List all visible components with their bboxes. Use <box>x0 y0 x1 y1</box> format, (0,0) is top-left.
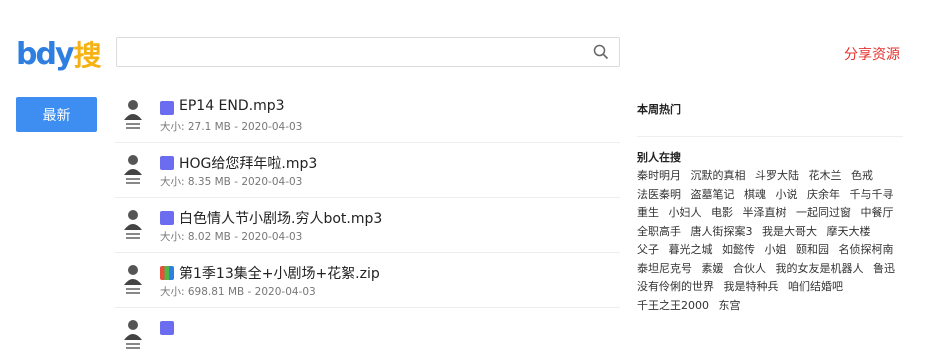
uploader-avatar-icon <box>124 210 142 239</box>
latest-button[interactable]: 最新 <box>16 97 97 132</box>
file-name[interactable]: EP14 END.mp3 <box>179 98 285 114</box>
search-tag[interactable]: 合伙人 <box>733 262 766 275</box>
uploader-avatar-icon <box>124 100 142 129</box>
file-name[interactable]: 白色情人节小剧场.穷人bot.mp3 <box>179 208 382 228</box>
file-row[interactable]: EP14 END.mp3 大小: 27.1 MB - 2020-04-03 <box>115 88 620 143</box>
search-tag[interactable]: 沉默的真相 <box>691 169 746 182</box>
search-tag[interactable]: 唐人街探案3 <box>691 225 753 238</box>
search-tag[interactable]: 小妇人 <box>669 206 702 219</box>
search-tag[interactable]: 小姐 <box>765 243 787 256</box>
search-tag[interactable]: 小说 <box>776 188 798 201</box>
search-tag[interactable]: 颐和园 <box>796 243 829 256</box>
file-row[interactable]: 第1季13集全+小剧场+花絮.zip 大小: 698.81 MB - 2020-… <box>115 253 620 308</box>
file-meta: 大小: 698.81 MB - 2020-04-03 <box>160 286 316 298</box>
search-tag[interactable]: 庆余年 <box>807 188 840 201</box>
search-tag[interactable]: 重生 <box>637 206 659 219</box>
search-tag[interactable]: 半泽直树 <box>743 206 787 219</box>
search-tag[interactable]: 一起同过窗 <box>796 206 851 219</box>
search-tag[interactable]: 色戒 <box>851 169 873 182</box>
site-logo[interactable]: bdy 搜 <box>16 34 102 74</box>
share-resource-link[interactable]: 分享资源 <box>844 44 900 64</box>
search-tag[interactable]: 没有伶俐的世界 <box>637 280 714 293</box>
file-name[interactable]: HOG给您拜年啦.mp3 <box>179 153 317 173</box>
file-row[interactable] <box>115 308 620 362</box>
logo-cjk: 搜 <box>73 39 102 72</box>
file-name[interactable]: 第1季13集全+小剧场+花絮.zip <box>179 263 380 283</box>
search-tag[interactable]: 摩天大楼 <box>827 225 871 238</box>
search-tag[interactable]: 秦时明月 <box>637 169 681 182</box>
zip-file-icon <box>160 266 174 280</box>
logo-latin: bdy <box>16 36 74 72</box>
search-tag[interactable]: 棋魂 <box>744 188 766 201</box>
search-tag[interactable]: 盗墓笔记 <box>691 188 735 201</box>
search-icon[interactable] <box>593 44 609 60</box>
uploader-avatar-icon <box>124 265 142 294</box>
file-meta: 大小: 8.35 MB - 2020-04-03 <box>160 176 303 188</box>
search-tag[interactable]: 我的女友是机器人 <box>776 262 864 275</box>
search-tag[interactable]: 暮光之城 <box>669 243 713 256</box>
search-tag[interactable]: 东宫 <box>719 299 741 312</box>
search-tag[interactable]: 全职高手 <box>637 225 681 238</box>
file-meta: 大小: 27.1 MB - 2020-04-03 <box>160 121 303 133</box>
audio-file-icon <box>160 211 174 225</box>
others-searching-title: 别人在搜 <box>637 151 681 164</box>
search-tag[interactable]: 素媛 <box>702 262 724 275</box>
search-tag[interactable]: 咱们结婚吧 <box>788 280 843 293</box>
uploader-avatar-icon <box>124 155 142 184</box>
search-tag[interactable]: 父子 <box>637 243 659 256</box>
audio-file-icon <box>160 101 174 115</box>
search-tag[interactable]: 花木兰 <box>809 169 842 182</box>
search-tag[interactable]: 中餐厅 <box>861 206 894 219</box>
search-tag[interactable]: 斗罗大陆 <box>755 169 799 182</box>
divider <box>637 136 903 137</box>
search-tag[interactable]: 千与千寻 <box>850 188 894 201</box>
uploader-avatar-icon <box>124 320 142 349</box>
search-tag[interactable]: 千王之王2000 <box>637 299 709 312</box>
search-tag[interactable]: 我是大哥大 <box>762 225 817 238</box>
audio-file-icon <box>160 321 174 335</box>
weekly-hot-title: 本周热门 <box>637 103 681 116</box>
search-tag-list: 秦时明月 沉默的真相 斗罗大陆 花木兰 色戒 法医秦明 盗墓笔记 棋魂 小说 庆… <box>637 167 907 315</box>
file-list: EP14 END.mp3 大小: 27.1 MB - 2020-04-03 HO… <box>115 88 620 362</box>
file-row[interactable]: 白色情人节小剧场.穷人bot.mp3 大小: 8.02 MB - 2020-04… <box>115 198 620 253</box>
search-tag[interactable]: 我是特种兵 <box>724 280 779 293</box>
search-tag[interactable]: 泰坦尼克号 <box>637 262 692 275</box>
file-row[interactable]: HOG给您拜年啦.mp3 大小: 8.35 MB - 2020-04-03 <box>115 143 620 198</box>
audio-file-icon <box>160 156 174 170</box>
search-tag[interactable]: 电影 <box>711 206 733 219</box>
search-input[interactable] <box>117 38 597 66</box>
file-meta: 大小: 8.02 MB - 2020-04-03 <box>160 231 303 243</box>
search-box <box>116 37 620 67</box>
search-tag[interactable]: 如懿传 <box>722 243 755 256</box>
search-tag[interactable]: 鲁迅 <box>873 262 895 275</box>
search-tag[interactable]: 法医秦明 <box>637 188 681 201</box>
search-tag[interactable]: 名侦探柯南 <box>839 243 894 256</box>
